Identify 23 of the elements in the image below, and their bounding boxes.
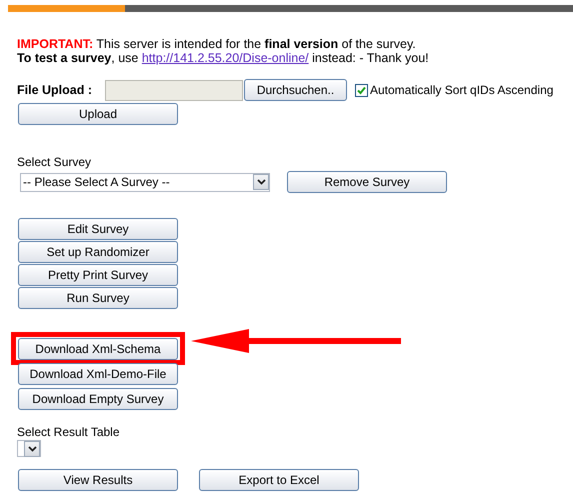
select-survey-label: Select Survey	[17, 155, 92, 169]
action-button[interactable]: Download Xml-Demo-File	[18, 363, 178, 385]
action-button[interactable]: Remove Survey	[287, 171, 447, 193]
file-path-field[interactable]	[105, 80, 243, 100]
action-button[interactable]: Edit Survey	[18, 218, 178, 240]
notice-text: IMPORTANT: This server is intended for the final version of the survey. To test a survey, use http://141.2.55.20/Dise-online/ instead: - Thank you!	[17, 37, 430, 65]
action-button[interactable]: Set up Randomizer	[18, 241, 178, 263]
action-button[interactable]: Pretty Print Survey	[18, 264, 178, 286]
action-button[interactable]: Run Survey	[18, 287, 178, 309]
action-button[interactable]: Download Empty Survey	[18, 388, 178, 410]
file-upload-label: File Upload :	[17, 82, 93, 99]
result-table-dropdown[interactable]	[17, 440, 41, 457]
server-link[interactable]: http://141.2.55.20/Dise-online/	[142, 51, 309, 65]
browse-button[interactable]: Durchsuchen..	[244, 79, 347, 101]
arrow-icon	[191, 329, 401, 353]
select-result-table-label: Select Result Table	[17, 425, 121, 439]
sort-checkbox[interactable]	[355, 84, 368, 96]
action-button[interactable]: Download Xml-Schema	[18, 338, 178, 360]
action-button[interactable]: Upload	[18, 103, 178, 125]
action-button[interactable]: Export to Excel	[199, 469, 359, 491]
action-button[interactable]: View Results	[18, 469, 178, 491]
survey-dropdown[interactable]: -- Please Select A Survey --	[20, 172, 270, 192]
sort-checkbox-label: Automatically Sort qIDs Ascending	[370, 82, 554, 99]
